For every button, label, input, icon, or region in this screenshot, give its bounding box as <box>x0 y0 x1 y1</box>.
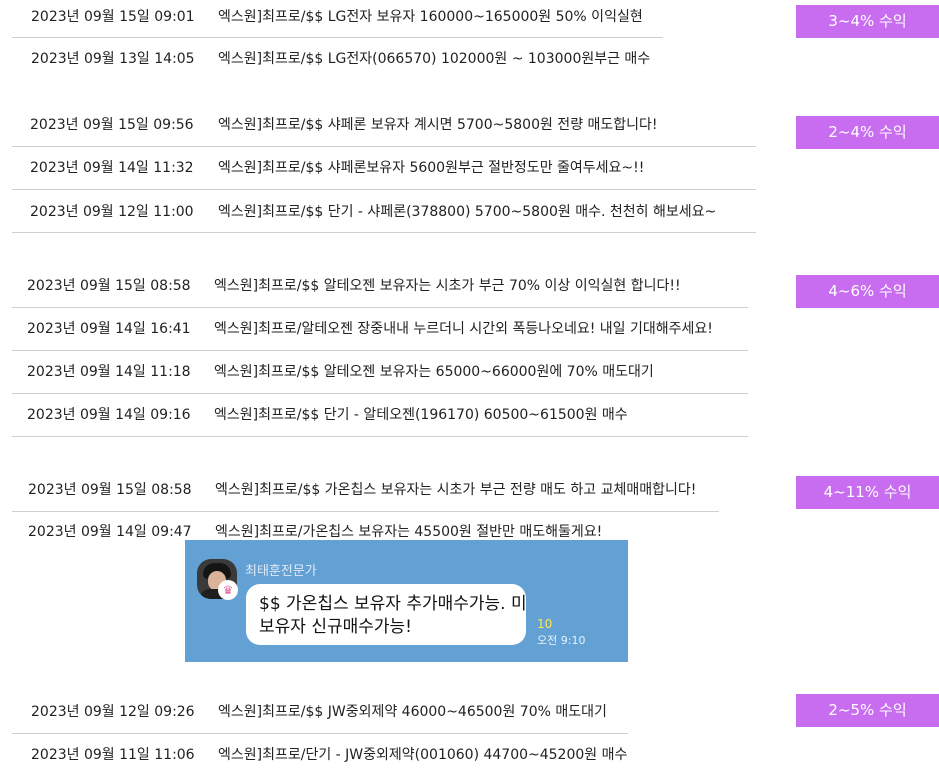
post-text: 엑스원]최프로/알테오젠 장중내내 누르더니 시간외 폭등나오네요! 내일 기대… <box>214 321 713 337</box>
profit-badge: 2~4% 수익 <box>796 116 939 149</box>
chat-message-line: 보유자 신규매수가능! <box>259 617 412 637</box>
divider <box>12 232 756 233</box>
post-date: 2023년 09월 14일 09:16 <box>27 407 191 423</box>
divider <box>12 436 748 437</box>
post-date: 2023년 09월 14일 11:32 <box>30 160 194 176</box>
profit-badge: 3~4% 수익 <box>796 5 939 38</box>
post-text: 엑스원]최프로/$$ 단기 - 알테오젠(196170) 60500~61500… <box>214 407 628 423</box>
post-text: 엑스원]최프로/$$ 알테오젠 보유자는 65000~66000원에 70% 매… <box>214 364 654 380</box>
post-text: 엑스원]최프로/단기 - JW중외제약(001060) 44700~45200원… <box>218 747 628 763</box>
divider <box>12 393 748 394</box>
divider <box>12 733 628 734</box>
post-date: 2023년 09월 14일 16:41 <box>27 321 191 337</box>
post-date: 2023년 09월 15일 09:01 <box>31 9 195 25</box>
post-text: 엑스원]최프로/$$ 샤페론 보유자 계시면 5700~5800원 전량 매도합… <box>218 117 658 133</box>
divider <box>12 37 663 38</box>
profit-badge: 4~6% 수익 <box>796 275 939 308</box>
divider <box>12 511 719 512</box>
post-text: 엑스원]최프로/$$ LG전자(066570) 102000원 ~ 103000… <box>218 51 651 67</box>
unread-count: 10 <box>537 617 553 631</box>
post-text: 엑스원]최프로/$$ LG전자 보유자 160000~165000원 50% 이… <box>218 9 643 25</box>
post-text: 엑스원]최프로/$$ JW중외제약 46000~46500원 70% 매도대기 <box>218 704 607 720</box>
profit-badge: 2~5% 수익 <box>796 694 939 727</box>
chat-screenshot: ♛ 최태훈전문가 $$ 가온칩스 보유자 추가매수가능. 미 보유자 신규매수가… <box>161 540 628 662</box>
divider <box>12 350 748 351</box>
chat-time: 오전 9:10 <box>537 634 586 647</box>
chat-message-line: $$ 가온칩스 보유자 추가매수가능. 미 <box>259 594 527 614</box>
post-text: 엑스원]최프로/$$ 샤페론보유자 5600원부근 절반정도만 줄여두세요~!! <box>218 160 645 176</box>
divider <box>12 146 756 147</box>
crown-icon: ♛ <box>218 580 238 600</box>
post-text: 엑스원]최프로/$$ 단기 - 샤페론(378800) 5700~5800원 매… <box>218 204 717 220</box>
chat-sender-name: 최태훈전문가 <box>245 564 317 579</box>
post-date: 2023년 09월 12일 09:26 <box>31 704 195 720</box>
post-text: 엑스원]최프로/$$ 가온칩스 보유자는 시초가 부근 전량 매도 하고 교체매… <box>215 482 697 498</box>
post-date: 2023년 09월 13일 14:05 <box>31 51 195 67</box>
post-date: 2023년 09월 15일 09:56 <box>30 117 194 133</box>
post-date: 2023년 09월 15일 08:58 <box>27 278 191 294</box>
post-date: 2023년 09월 15일 08:58 <box>28 482 192 498</box>
post-date: 2023년 09월 11일 11:06 <box>31 747 195 763</box>
chat-message-bubble: $$ 가온칩스 보유자 추가매수가능. 미 보유자 신규매수가능! <box>246 584 527 645</box>
post-date: 2023년 09월 12일 11:00 <box>30 204 194 220</box>
post-date: 2023년 09월 14일 11:18 <box>27 364 191 380</box>
post-text: 엑스원]최프로/$$ 알테오젠 보유자는 시초가 부근 70% 이상 이익실현 … <box>214 278 681 294</box>
profit-badge: 4~11% 수익 <box>796 476 939 509</box>
divider <box>12 307 748 308</box>
divider <box>12 189 756 190</box>
